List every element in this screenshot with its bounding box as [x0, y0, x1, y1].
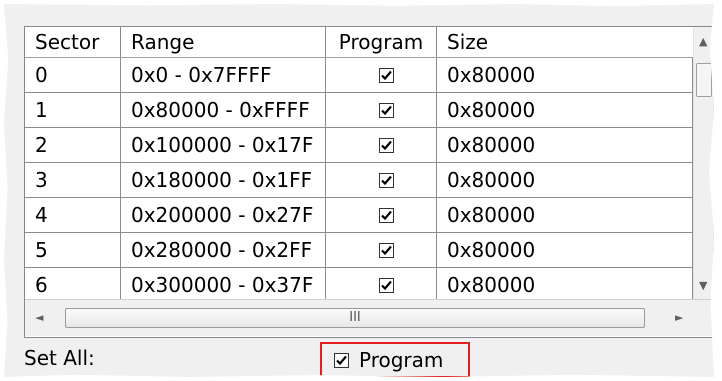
table-body: 0 0x0 - 0x7FFFF 0x80000 1 0x80000 - 0xFFFF 0x…: [25, 58, 693, 299]
sector-panel: Sector Range Program Size 0 0x0 - 0x7FFFF…: [4, 4, 714, 377]
size-cell: 0x80000: [437, 268, 693, 299]
size-cell: 0x80000: [437, 198, 693, 232]
sector-cell: 0: [25, 58, 121, 92]
size-cell: 0x80000: [437, 233, 693, 267]
program-cell: [326, 93, 437, 127]
size-cell: 0x80000: [437, 58, 693, 92]
table-row[interactable]: 0 0x0 - 0x7FFFF 0x80000: [25, 58, 693, 93]
sector-cell: 4: [25, 198, 121, 232]
header-sector[interactable]: Sector: [25, 27, 121, 57]
header-program[interactable]: Program: [326, 27, 437, 57]
program-cell: [326, 233, 437, 267]
program-cell: [326, 58, 437, 92]
table-header: Sector Range Program Size: [25, 27, 693, 58]
table-row[interactable]: 4 0x200000 - 0x27F 0x80000: [25, 198, 693, 233]
sector-cell: 6: [25, 268, 121, 299]
program-cell: [326, 163, 437, 197]
checkbox-checked-icon[interactable]: [378, 67, 394, 83]
scroll-left-icon[interactable]: ◄: [35, 311, 43, 324]
header-range[interactable]: Range: [121, 27, 326, 57]
page: Sector Range Program Size 0 0x0 - 0x7FFFF…: [0, 0, 722, 381]
sector-cell: 5: [25, 233, 121, 267]
range-cell: 0x280000 - 0x2FF: [121, 233, 326, 267]
checkbox-checked-icon[interactable]: [378, 137, 394, 153]
scroll-down-icon[interactable]: ▼: [699, 279, 707, 292]
horizontal-scrollbar[interactable]: ◄ III ►: [25, 299, 713, 336]
set-all-program-label: Program: [359, 348, 444, 372]
checkbox-checked-icon[interactable]: [378, 242, 394, 258]
set-all-program-checkbox[interactable]: Program: [320, 342, 470, 377]
range-cell: 0x80000 - 0xFFFF: [121, 93, 326, 127]
range-cell: 0x100000 - 0x17F: [121, 128, 326, 162]
vertical-scrollbar[interactable]: ▲ ▼: [693, 27, 714, 299]
checkbox-checked-icon[interactable]: [334, 352, 349, 368]
table-row[interactable]: 2 0x100000 - 0x17F 0x80000: [25, 128, 693, 163]
program-cell: [326, 268, 437, 299]
table-row[interactable]: 3 0x180000 - 0x1FF 0x80000: [25, 163, 693, 198]
checkbox-checked-icon[interactable]: [378, 172, 394, 188]
sector-grid: Sector Range Program Size 0 0x0 - 0x7FFFF…: [24, 26, 714, 338]
size-cell: 0x80000: [437, 128, 693, 162]
scroll-grip-icon: III: [349, 310, 361, 325]
checkbox-checked-icon[interactable]: [378, 207, 394, 223]
table-row[interactable]: 6 0x300000 - 0x37F 0x80000: [25, 268, 693, 299]
checkbox-checked-icon[interactable]: [378, 102, 394, 118]
table-row[interactable]: 5 0x280000 - 0x2FF 0x80000: [25, 233, 693, 268]
sector-cell: 3: [25, 163, 121, 197]
sector-cell: 1: [25, 93, 121, 127]
program-cell: [326, 198, 437, 232]
header-size[interactable]: Size: [437, 27, 693, 57]
sector-cell: 2: [25, 128, 121, 162]
horizontal-scroll-thumb[interactable]: III: [65, 308, 645, 328]
range-cell: 0x300000 - 0x37F: [121, 268, 326, 299]
set-all-label: Set All:: [24, 346, 95, 370]
sector-table: Sector Range Program Size 0 0x0 - 0x7FFFF…: [25, 27, 693, 299]
vertical-scroll-thumb[interactable]: [696, 63, 712, 97]
range-cell: 0x0 - 0x7FFFF: [121, 58, 326, 92]
range-cell: 0x200000 - 0x27F: [121, 198, 326, 232]
size-cell: 0x80000: [437, 163, 693, 197]
scroll-up-icon[interactable]: ▲: [699, 35, 707, 48]
checkbox-checked-icon[interactable]: [378, 277, 394, 293]
scroll-right-icon[interactable]: ►: [675, 311, 683, 324]
program-cell: [326, 128, 437, 162]
size-cell: 0x80000: [437, 93, 693, 127]
range-cell: 0x180000 - 0x1FF: [121, 163, 326, 197]
table-row[interactable]: 1 0x80000 - 0xFFFF 0x80000: [25, 93, 693, 128]
